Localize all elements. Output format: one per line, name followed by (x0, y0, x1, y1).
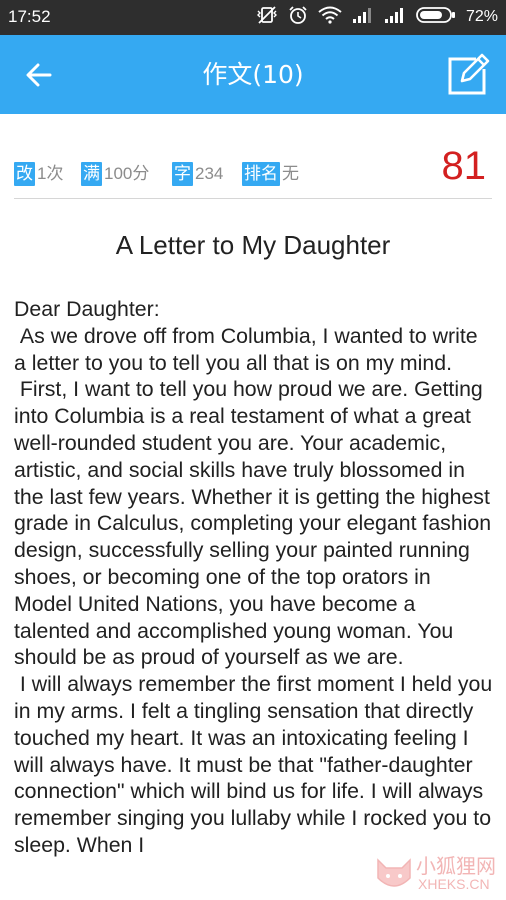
essay-paragraph: I will always remember the first moment … (14, 672, 499, 857)
rank-value: 无 (282, 164, 299, 183)
full-score-tag: 满 100分 (81, 162, 149, 186)
word-count-value: 234 (195, 164, 224, 183)
full-score-badge: 满 (81, 162, 102, 186)
battery-icon (416, 6, 456, 28)
edit-icon (448, 53, 490, 95)
vibrate-off-icon (256, 5, 278, 29)
essay-meta: 改 1次 满 100分 字 234 排名 无 81 (14, 144, 492, 196)
essay-score: 81 (441, 144, 487, 188)
essay-title: A Letter to My Daughter (115, 230, 391, 260)
watermark-text: 小狐狸网 (416, 854, 496, 878)
essay-paragraph: As we drove off from Columbia, I wanted … (14, 323, 484, 375)
app-bar: 作文(10) (0, 35, 506, 114)
status-time: 17:52 (8, 7, 51, 26)
word-count-badge: 字 (172, 162, 193, 186)
status-icons: 72% (256, 6, 498, 28)
revisions-tag: 改 1次 (14, 162, 63, 186)
essay-paragraph: Dear Daughter: (14, 297, 160, 321)
wifi-icon (318, 6, 342, 28)
divider (14, 198, 492, 199)
full-score-value: 100分 (104, 164, 150, 183)
battery-percent: 72% (465, 8, 498, 25)
page-title: 作文(10) (202, 60, 304, 89)
watermark: 小狐狸网 XHEKS.CN (372, 848, 502, 898)
status-bar: 17:52 72% (0, 0, 506, 35)
revisions-value: 1次 (37, 164, 64, 183)
signal-2-icon (384, 6, 406, 28)
fox-logo-icon (377, 858, 411, 887)
edit-button[interactable] (446, 53, 490, 97)
revisions-badge: 改 (14, 162, 35, 186)
essay-body: Dear Daughter: As we drove off from Colu… (14, 296, 494, 859)
word-count-tag: 字 234 (172, 162, 223, 186)
watermark-url: XHEKS.CN (418, 876, 490, 892)
signal-1-icon (352, 6, 374, 28)
rank-tag: 排名 无 (242, 162, 299, 186)
rank-badge: 排名 (242, 162, 280, 186)
alarm-icon (288, 5, 308, 29)
essay-paragraph: First, I want to tell you how proud we a… (14, 377, 498, 670)
